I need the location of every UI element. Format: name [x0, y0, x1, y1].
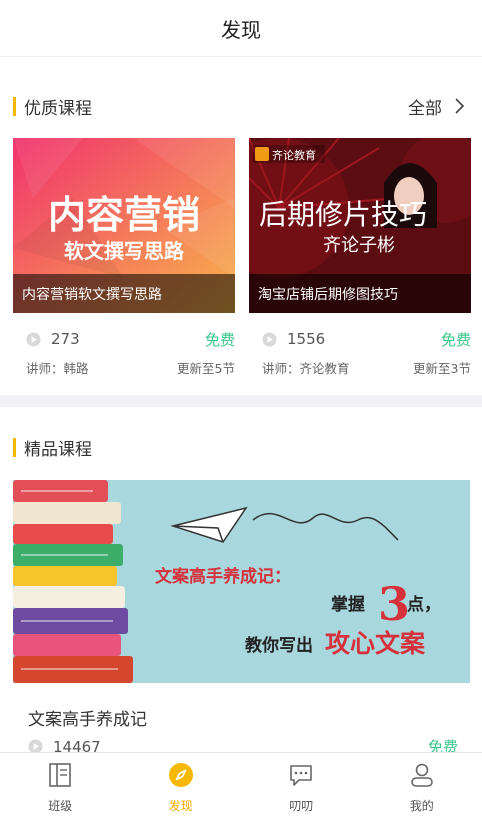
premium-section-header: 精品课程: [0, 407, 482, 487]
cover-subtitle-text: 软文撰写思路: [64, 239, 185, 263]
chat-bubble-icon: [290, 765, 313, 786]
compass-icon: [168, 763, 193, 787]
class-book-icon: [49, 763, 72, 787]
top-nav-bar: 发现: [0, 0, 482, 57]
premium-course-title[interactable]: 文案高手养成记: [28, 705, 147, 730]
premium-course-banner[interactable]: 文案高手养成记： 掌握 3 点， 教你写出 攻心文案: [13, 480, 470, 683]
course-cover-image: 内容营销 软文撰写思路 内容营销软文撰写思路: [13, 138, 235, 313]
update-status: 更新至3节: [413, 361, 471, 376]
tab-label: 我的: [409, 799, 434, 813]
play-count-icon: [262, 331, 277, 347]
view-all-button[interactable]: 全部: [408, 94, 468, 119]
play-count-icon: [26, 331, 41, 347]
banner-number-text: 3: [378, 577, 410, 631]
page-title: 发现: [221, 17, 261, 42]
tab-chat[interactable]: 叨叨: [241, 753, 362, 819]
play-count: 273: [51, 330, 80, 348]
tab-label: 发现: [168, 799, 193, 813]
banner-line3-highlight: 攻心文案: [325, 629, 426, 658]
tab-label: 班级: [48, 799, 73, 813]
chevron-right-icon: [455, 98, 465, 114]
tab-label: 叨叨: [289, 799, 314, 813]
section-accent-bar: [13, 96, 16, 116]
course-card-content-marketing[interactable]: 内容营销 软文撰写思路 内容营销软文撰写思路 273 免费 讲师：韩路 更新至5…: [13, 138, 235, 377]
banner-art: 文案高手养成记： 掌握 3 点， 教你写出 攻心文案: [13, 480, 470, 683]
section-divider: [0, 395, 482, 407]
cover-title-text: 后期修片技巧: [259, 198, 427, 231]
banner-headline-text: 文案高手养成记：: [155, 566, 291, 587]
price-badge: 免费: [440, 330, 471, 349]
cover-subtitle-text: 齐论子彬: [323, 235, 395, 256]
section-accent-bar: [13, 437, 16, 457]
profile-icon: [410, 763, 433, 787]
play-count: 1556: [287, 330, 326, 348]
premium-courses-section: 精品课程 文案高手养成记： 掌握 3 点， 教你写出 攻心文案 文案高手养成记 …: [0, 407, 482, 756]
banner-line3-prefix: 教你写出: [244, 635, 313, 656]
banner-line2-prefix: 掌握: [331, 594, 365, 615]
view-all-label: 全部: [408, 98, 442, 119]
update-status: 更新至5节: [177, 361, 235, 376]
bottom-tab-bar: 班级 发现 叨叨 我的: [0, 752, 482, 819]
quality-course-list: 内容营销 软文撰写思路 内容营销软文撰写思路 273 免费 讲师：韩路 更新至5…: [13, 138, 471, 377]
premium-section-title: 精品课程: [24, 439, 92, 460]
books-stack-illustration: [13, 480, 133, 683]
lecturer-label: 讲师：韩路: [26, 361, 89, 376]
quality-section-title: 优质课程: [24, 98, 92, 119]
course-cover-image: 齐论教育 后期修片技巧 齐论子彬 淘宝店铺后期修图技巧: [249, 138, 471, 313]
tab-class[interactable]: 班级: [0, 753, 121, 819]
lecturer-label: 讲师：齐论教育: [262, 361, 350, 376]
course-card-photo-retouch[interactable]: 齐论教育 后期修片技巧 齐论子彬 淘宝店铺后期修图技巧 1556 免费 讲师：齐…: [249, 138, 471, 377]
tab-profile[interactable]: 我的: [362, 753, 482, 819]
course-caption: 内容营销软文撰写思路: [13, 274, 235, 313]
cover-title-text: 内容营销: [48, 193, 200, 237]
price-badge: 免费: [204, 330, 235, 349]
tab-discover[interactable]: 发现: [121, 753, 242, 819]
banner-line2-suffix: 点，: [407, 594, 441, 615]
course-caption: 淘宝店铺后期修图技巧: [249, 274, 471, 313]
cover-brand-text: 齐论教育: [272, 148, 316, 162]
